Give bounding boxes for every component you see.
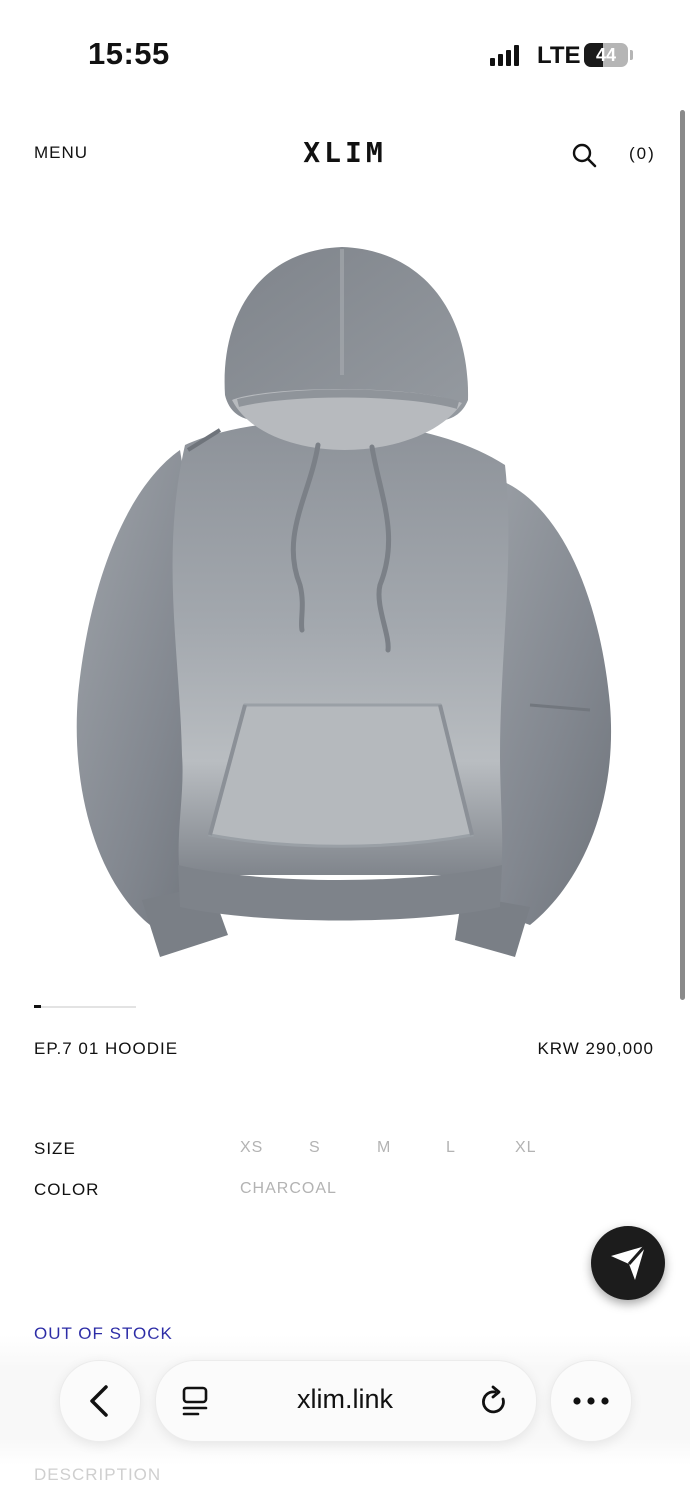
- status-time: 15:55: [88, 36, 170, 71]
- search-icon[interactable]: [571, 142, 597, 168]
- status-bar: 15:55 LTE 44: [0, 0, 690, 110]
- more-options-button[interactable]: [550, 1360, 632, 1442]
- send-icon: [611, 1245, 647, 1280]
- chevron-left-icon: [90, 1385, 108, 1417]
- battery-tip: [630, 50, 633, 60]
- product-image[interactable]: [60, 235, 630, 975]
- battery-icon: 44: [584, 43, 628, 67]
- signal-strength-icon: [490, 44, 519, 66]
- description-toggle[interactable]: DESCRIPTION: [34, 1465, 161, 1485]
- scrollbar-thumb[interactable]: [680, 110, 685, 1000]
- size-option-l[interactable]: L: [446, 1139, 456, 1157]
- gallery-progress-indicator: [34, 1005, 136, 1008]
- product-name: EP.7 01 HOODIE: [34, 1039, 179, 1058]
- cart-button[interactable]: (0): [629, 144, 656, 164]
- size-option-m[interactable]: M: [377, 1139, 391, 1157]
- battery-level: 44: [595, 45, 617, 65]
- share-button[interactable]: [591, 1226, 665, 1300]
- gallery-progress-active: [34, 1005, 41, 1008]
- more-icon: [573, 1397, 609, 1405]
- color-option-charcoal[interactable]: CHARCOAL: [240, 1180, 337, 1198]
- url-text[interactable]: xlim.link: [155, 1384, 535, 1415]
- product-price: KRW 290,000: [537, 1039, 654, 1058]
- size-option-xl[interactable]: XL: [515, 1139, 537, 1157]
- back-button[interactable]: [59, 1360, 141, 1442]
- size-option-xs[interactable]: XS: [240, 1139, 263, 1157]
- size-label: SIZE: [34, 1139, 76, 1158]
- site-header: MENU XLIM (0): [0, 120, 690, 190]
- color-label: COLOR: [34, 1180, 100, 1199]
- size-option-s[interactable]: S: [309, 1139, 321, 1157]
- page-scrollbar[interactable]: [680, 110, 686, 1000]
- network-type: LTE: [537, 42, 581, 69]
